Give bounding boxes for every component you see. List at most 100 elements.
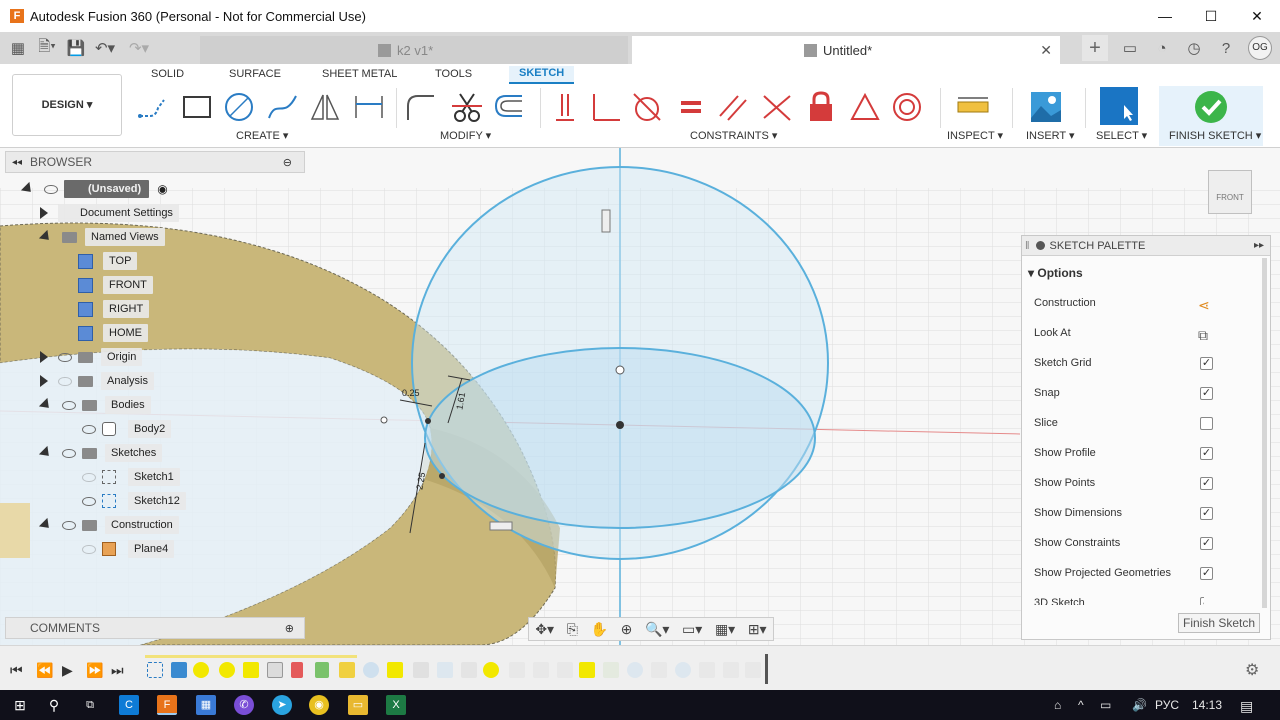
tray-chevron-icon[interactable]: ^ (1078, 698, 1084, 712)
browser-panel-header[interactable]: ◂◂ BROWSER ⊖ (5, 151, 305, 173)
timeline-feature[interactable] (339, 662, 355, 678)
timeline-feature[interactable] (699, 662, 715, 678)
visibility-eye-icon[interactable] (44, 184, 58, 194)
action-center-icon[interactable]: ▤ (1240, 698, 1253, 715)
timeline-feature[interactable] (579, 662, 595, 678)
trim-tool-icon[interactable] (450, 90, 484, 124)
timeline-play-icon[interactable]: ▶ (62, 662, 73, 679)
select-cursor-icon[interactable] (1100, 87, 1138, 125)
select-menu[interactable]: SELECT ▾ (1096, 129, 1147, 142)
timeline-feature[interactable] (745, 662, 761, 678)
browser-item-plane4[interactable]: Plane4 (82, 538, 175, 560)
timeline-last-icon[interactable]: ⏭ (111, 662, 124, 679)
slice-checkbox[interactable] (1200, 417, 1213, 430)
browser-item-origin[interactable]: Origin (40, 346, 143, 368)
comments-panel-header[interactable]: COMMENTS ⊕ (5, 617, 305, 639)
task-view-icon[interactable]: ⧉ (80, 695, 100, 715)
dimension-tool-icon[interactable] (352, 90, 386, 124)
browser-item-view-top[interactable]: TOP (78, 250, 138, 272)
concentric-constraint-icon[interactable] (890, 90, 924, 124)
close-window-button[interactable]: ✕ (1234, 0, 1280, 32)
volume-icon[interactable]: 🔊 (1132, 698, 1147, 712)
browser-item-view-front[interactable]: FRONT (78, 274, 153, 296)
finish-checkmark-icon[interactable] (1194, 90, 1228, 124)
offset-tool-icon[interactable] (492, 90, 526, 124)
spline-tool-icon[interactable] (266, 90, 300, 124)
browser-item-sketches[interactable]: Sketches (38, 442, 163, 464)
visibility-eye-icon[interactable] (62, 448, 76, 458)
browser-item-sketch1[interactable]: Sketch1 (82, 466, 180, 488)
viber-icon[interactable]: ✆ (234, 695, 254, 715)
modify-menu[interactable]: MODIFY ▾ (440, 129, 491, 142)
browser-item-view-home[interactable]: HOME (78, 322, 148, 344)
orbit-icon[interactable]: ✥▾ (535, 621, 554, 638)
expand-arrow-icon[interactable] (40, 351, 48, 363)
browser-item-named-views[interactable]: Named Views (38, 226, 165, 248)
close-tab-icon[interactable]: ✕ (1040, 42, 1052, 59)
minimize-button[interactable]: — (1142, 0, 1188, 32)
fillet-tool-icon[interactable] (404, 90, 438, 124)
timeline-feature[interactable] (413, 662, 429, 678)
timeline-first-icon[interactable]: ⏮ (10, 662, 23, 679)
expand-arrow-icon[interactable] (38, 517, 54, 533)
timeline-next-icon[interactable]: ⏩ (86, 662, 103, 679)
show-profile-checkbox[interactable]: ✓ (1200, 447, 1213, 460)
browser-toggle-icon[interactable]: ⊖ (283, 156, 292, 169)
timeline-sketch-feature[interactable] (147, 662, 163, 678)
look-at-icon[interactable]: ⧉ (1198, 327, 1208, 344)
save-icon[interactable]: 💾 (64, 39, 88, 57)
show-constraints-checkbox[interactable]: ✓ (1200, 537, 1213, 550)
taskbar-clock[interactable]: 14:13 (1192, 698, 1222, 712)
visibility-eye-icon[interactable] (62, 520, 76, 530)
excel-icon[interactable]: X (386, 695, 406, 715)
file-explorer-icon[interactable]: ▭ (348, 695, 368, 715)
taskbar-app-icon[interactable]: C (119, 695, 139, 715)
visibility-eye-icon[interactable] (58, 352, 72, 362)
show-points-checkbox[interactable]: ✓ (1200, 477, 1213, 490)
palette-pin-icon[interactable] (1035, 241, 1045, 250)
expand-arrow-icon[interactable] (20, 181, 36, 197)
tab-tools[interactable]: TOOLS (435, 68, 472, 80)
line-tool-icon[interactable] (136, 90, 170, 124)
timeline-feature[interactable] (267, 662, 283, 678)
expand-arrow-icon[interactable] (38, 397, 54, 413)
timeline-marker[interactable] (765, 654, 768, 684)
mirror-tool-icon[interactable] (308, 90, 342, 124)
options-section-toggle[interactable]: ▾ Options (1028, 266, 1083, 280)
timeline-feature[interactable] (461, 662, 477, 678)
expand-arrow-icon[interactable] (40, 207, 48, 219)
windows-start-icon[interactable]: ⊞ (10, 695, 30, 715)
timeline-prev-icon[interactable]: ⏪ (36, 662, 53, 679)
palette-scrollbar[interactable] (1262, 258, 1267, 608)
finish-sketch-menu[interactable]: FINISH SKETCH ▾ (1169, 129, 1261, 142)
browser-item-sketch12[interactable]: Sketch12 (82, 490, 186, 512)
maximize-button[interactable]: ☐ (1188, 0, 1234, 32)
fit-zoom-icon[interactable]: 🔍▾ (645, 621, 669, 638)
fix-constraint-lock-icon[interactable] (804, 90, 838, 124)
finish-sketch-button[interactable]: Finish Sketch (1178, 613, 1260, 633)
timeline-feature[interactable] (387, 662, 403, 678)
collapse-browser-icon[interactable]: ◂◂ (12, 157, 22, 168)
visibility-eye-icon[interactable] (82, 424, 96, 434)
parallel-constraint-icon[interactable] (716, 90, 750, 124)
hidden-eye-icon[interactable] (82, 472, 96, 482)
tab-sheet-metal[interactable]: SHEET METAL (322, 68, 397, 80)
browser-item-document-settings[interactable]: Document Settings (40, 202, 179, 224)
language-indicator[interactable]: РУС (1155, 698, 1179, 712)
data-panel-grid-icon[interactable]: ▦ (6, 39, 30, 57)
timeline-feature[interactable] (627, 662, 643, 678)
browser-item-analysis[interactable]: Analysis (40, 370, 154, 392)
display-settings-icon[interactable]: ▭▾ (682, 621, 702, 638)
insert-menu[interactable]: INSERT ▾ (1026, 129, 1075, 142)
battery-icon[interactable]: ▭ (1100, 698, 1111, 712)
timeline-extrude-feature[interactable] (171, 662, 187, 678)
timeline-settings-gear-icon[interactable]: ⚙ (1245, 660, 1259, 680)
fusion-taskbar-icon[interactable]: F (157, 695, 177, 715)
dimension-label[interactable]: 0.25 (402, 388, 420, 398)
timeline-feature[interactable] (363, 662, 379, 678)
tab-k2-v1[interactable]: k2 v1* (200, 36, 628, 64)
help-icon[interactable]: ? (1210, 40, 1242, 57)
undo-icon[interactable]: ↶▾ (88, 39, 122, 57)
option-construction[interactable]: Construction ⋖ (1034, 297, 1210, 313)
add-comment-icon[interactable]: ⊕ (285, 622, 294, 635)
